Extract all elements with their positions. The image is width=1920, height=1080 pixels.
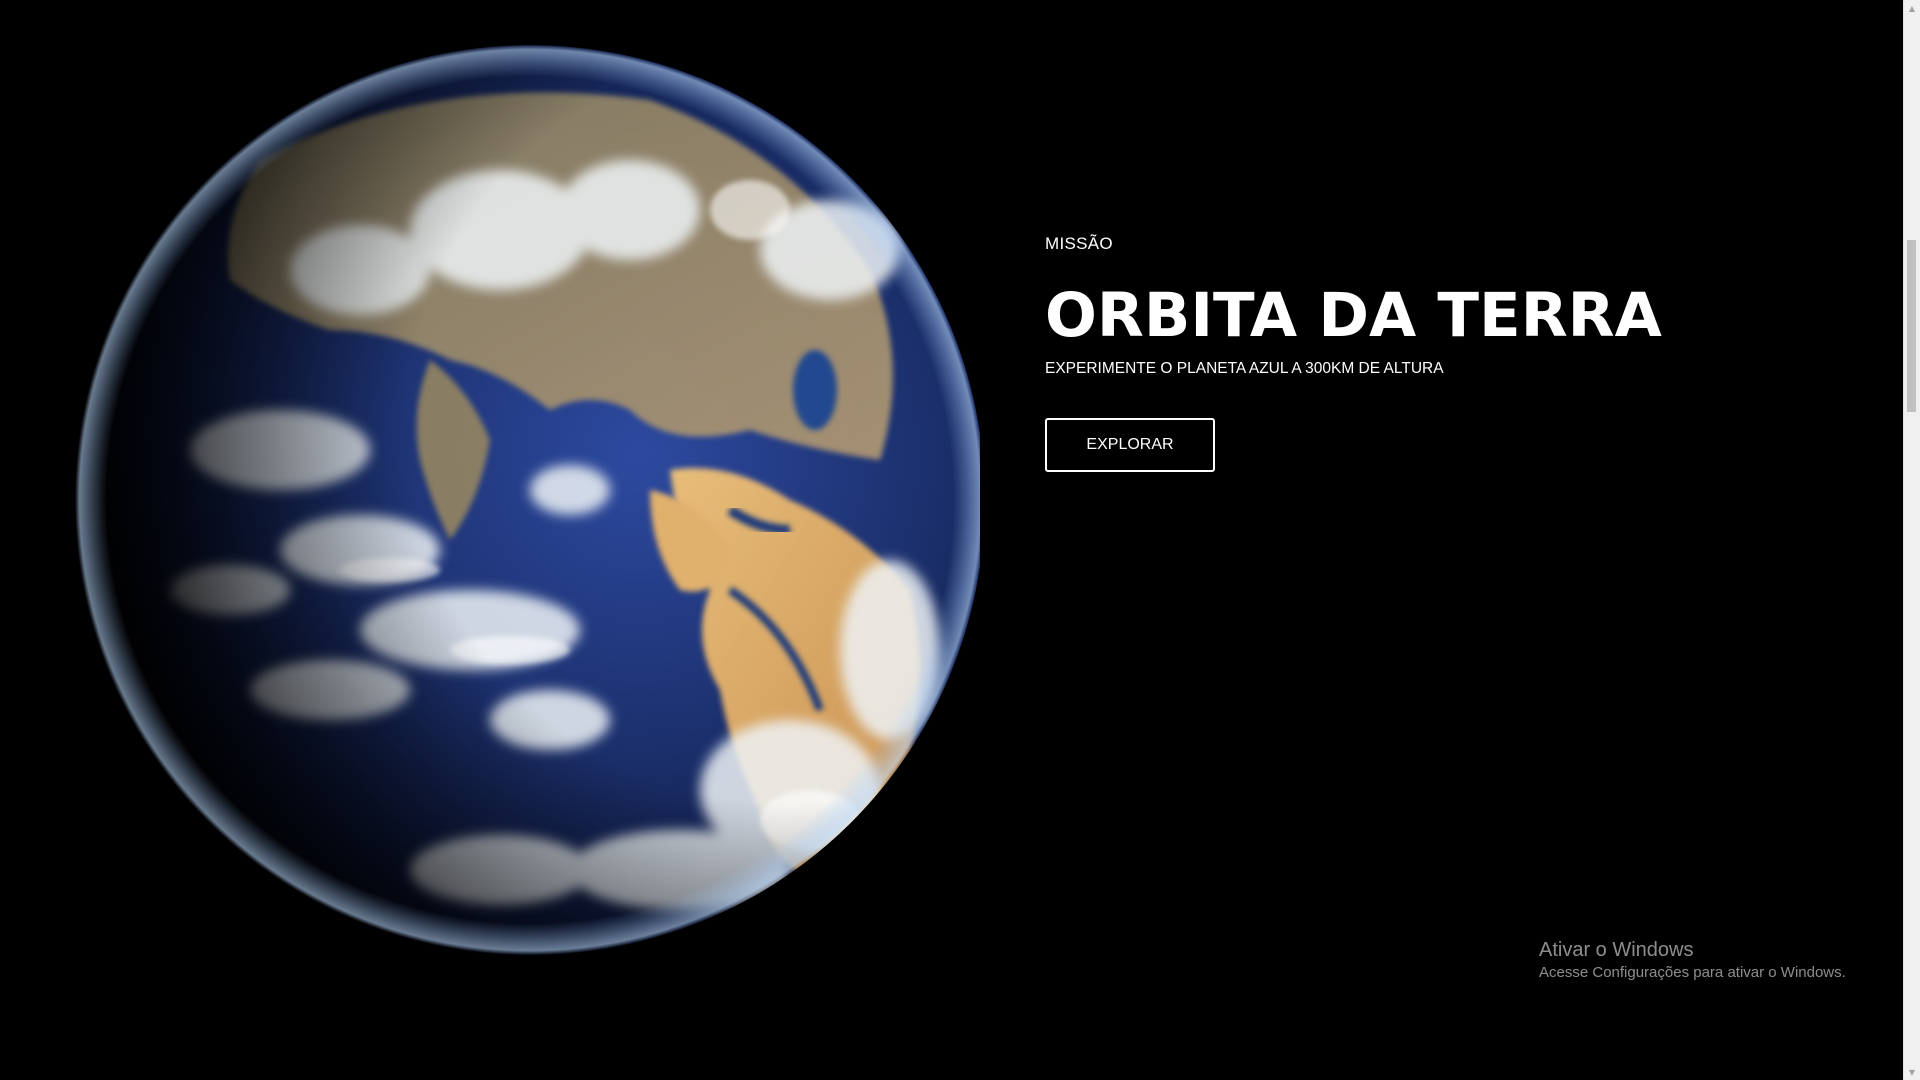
- page: MISSÃO ORBITA DA TERRA EXPERIMENTE O PLA…: [0, 0, 1920, 1080]
- arrow-down-icon[interactable]: ▼: [1904, 1064, 1920, 1080]
- hero-section: MISSÃO ORBITA DA TERRA EXPERIMENTE O PLA…: [1045, 232, 1745, 472]
- explore-button[interactable]: EXPLORAR: [1045, 418, 1215, 472]
- watermark-title: Ativar o Windows: [1539, 939, 1694, 961]
- earth-image: [30, 30, 980, 980]
- scrollbar-thumb[interactable]: [1907, 240, 1916, 412]
- windows-activation-watermark: Ativar o Windows Acesse Configurações pa…: [1539, 937, 1846, 983]
- hero-eyebrow: MISSÃO: [1045, 234, 1113, 253]
- hero-subtitle: EXPERIMENTE O PLANETA AZUL A 300KM DE AL…: [1045, 360, 1444, 377]
- vertical-scrollbar[interactable]: ▲ ▼: [1903, 0, 1920, 1080]
- hero-title: ORBITA DA TERRA: [1045, 280, 1662, 351]
- watermark-subtitle: Acesse Configurações para ativar o Windo…: [1539, 964, 1846, 981]
- arrow-up-icon[interactable]: ▲: [1904, 0, 1920, 16]
